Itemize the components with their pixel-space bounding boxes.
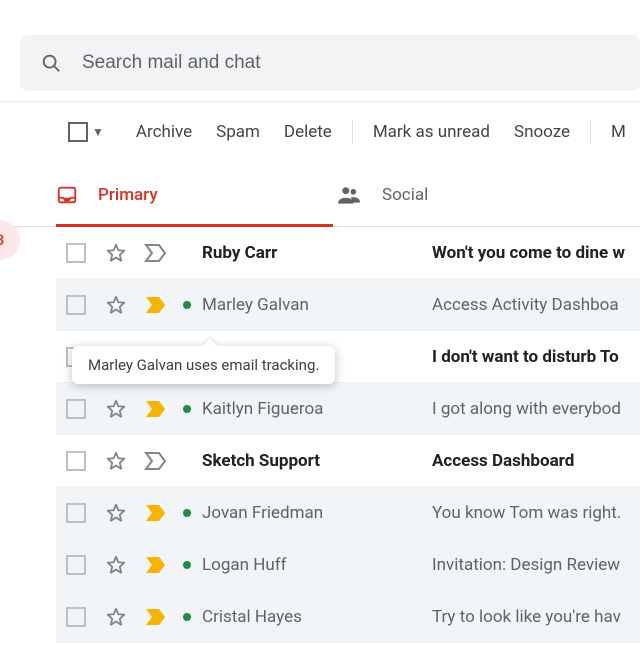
mail-row[interactable]: Logan HuffInvitation: Design Review (56, 539, 640, 591)
subject: Access Activity Dashboa (432, 295, 632, 315)
caret-down-icon[interactable]: ▼ (92, 125, 104, 139)
mail-row[interactable]: Jovan FriedmanYou know Tom was right. (56, 487, 640, 539)
mark-unread-button[interactable]: Mark as unread (373, 122, 490, 142)
inbox-icon (56, 184, 78, 206)
category-tabs: Primary Social (0, 164, 640, 227)
sender: Sketch Support (202, 451, 432, 471)
importance-icon[interactable] (136, 607, 176, 627)
star-icon[interactable] (96, 294, 136, 316)
tab-social[interactable]: Social (336, 164, 616, 226)
sender: Kaitlyn Figueroa (202, 399, 432, 419)
row-checkbox[interactable] (56, 399, 96, 419)
badge-count: 3 (0, 231, 4, 249)
sender: Jovan Friedman (202, 503, 432, 523)
subject: Access Dashboard (432, 451, 632, 471)
mail-row[interactable]: Kaitlyn FigueroaI got along with everybo… (56, 383, 640, 435)
subject: I don't want to disturb To (432, 347, 632, 367)
star-icon[interactable] (96, 242, 136, 264)
tracking-dot (176, 301, 198, 309)
row-checkbox[interactable] (56, 295, 96, 315)
sender: Cristal Hayes (202, 607, 432, 627)
star-icon[interactable] (96, 554, 136, 576)
spam-button[interactable]: Spam (216, 122, 260, 142)
row-checkbox[interactable] (56, 243, 96, 263)
subject: You know Tom was right. (432, 503, 632, 523)
search-icon (40, 52, 62, 74)
toolbar-divider (590, 120, 591, 144)
search-bar[interactable] (20, 35, 640, 91)
mail-row[interactable]: Sketch SupportAccess Dashboard (56, 435, 640, 487)
star-icon[interactable] (96, 398, 136, 420)
row-checkbox[interactable] (56, 451, 96, 471)
row-checkbox[interactable] (56, 503, 96, 523)
delete-button[interactable]: Delete (284, 122, 332, 142)
mail-row[interactable]: Marley GalvanAccess Activity Dashboa (56, 279, 640, 331)
tooltip-text: Marley Galvan uses email tracking. (88, 356, 319, 374)
tab-label: Primary (98, 185, 158, 205)
sender: Ruby Carr (202, 243, 432, 263)
mail-row[interactable]: Ruby CarrWon't you come to dine w (56, 227, 640, 279)
importance-icon[interactable] (136, 295, 176, 315)
star-icon[interactable] (96, 606, 136, 628)
row-checkbox[interactable] (56, 607, 96, 627)
tab-label: Social (382, 185, 428, 205)
tab-primary[interactable]: Primary (56, 164, 336, 226)
importance-icon[interactable] (136, 555, 176, 575)
importance-icon[interactable] (136, 243, 176, 263)
toolbar-divider (352, 120, 353, 144)
tracking-dot (176, 561, 198, 569)
tracking-dot (176, 509, 198, 517)
checkbox-icon[interactable] (68, 122, 88, 142)
search-input[interactable] (80, 51, 480, 75)
subject: Try to look like you're hav (432, 607, 632, 627)
divider (0, 101, 640, 102)
tracking-tooltip: Marley Galvan uses email tracking. (72, 346, 335, 384)
importance-icon[interactable] (136, 503, 176, 523)
subject: Invitation: Design Review (432, 555, 632, 575)
importance-icon[interactable] (136, 451, 176, 471)
subject: I got along with everybod (432, 399, 632, 419)
tracking-dot (176, 613, 198, 621)
sender: Logan Huff (202, 555, 432, 575)
bulk-action-toolbar: ▼ Archive Spam Delete Mark as unread Sno… (68, 120, 640, 144)
star-icon[interactable] (96, 502, 136, 524)
snooze-button[interactable]: Snooze (514, 122, 570, 142)
select-all[interactable]: ▼ (68, 122, 104, 142)
row-checkbox[interactable] (56, 555, 96, 575)
mail-row[interactable]: Cristal HayesTry to look like you're hav (56, 591, 640, 643)
sender: Marley Galvan (202, 295, 432, 315)
tracking-dot (176, 405, 198, 413)
more-button[interactable]: M (611, 122, 626, 142)
subject: Won't you come to dine w (432, 243, 632, 263)
archive-button[interactable]: Archive (136, 122, 192, 142)
importance-icon[interactable] (136, 399, 176, 419)
mail-list: Ruby CarrWon't you come to dine wMarley … (56, 227, 640, 643)
star-icon[interactable] (96, 450, 136, 472)
people-icon (336, 182, 362, 208)
